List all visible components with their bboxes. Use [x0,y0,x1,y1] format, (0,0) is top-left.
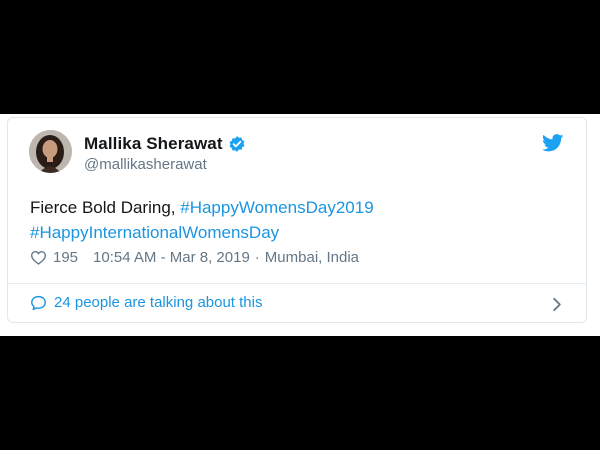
location[interactable]: Mumbai, India [265,249,359,266]
tweet-text: Fierce Bold Daring, #HappyWomensDay2019 … [30,195,550,245]
tweet-text-plain: Fierce Bold Daring, [30,198,181,217]
twitter-bird-icon[interactable] [542,134,564,157]
speech-bubble-icon [30,295,47,311]
tweet-meta: 195 10:54 AM - Mar 8, 2019 · Mumbai, Ind… [30,249,359,266]
talking-label[interactable]: 24 people are talking about this [54,294,262,311]
avatar[interactable] [29,130,72,173]
divider [8,283,586,284]
tweet-card[interactable]: Mallika Sherawat @mallikasherawat Fierce… [7,117,587,323]
embed-background: Mallika Sherawat @mallikasherawat Fierce… [0,114,600,336]
timestamp[interactable]: 10:54 AM - Mar 8, 2019 [93,249,250,266]
like-count[interactable]: 195 [53,249,78,266]
display-name[interactable]: Mallika Sherawat [84,134,223,154]
meta-separator: · [254,249,260,266]
verified-badge-icon [228,135,246,153]
hashtag-link[interactable]: #HappyWomensDay2019 [180,198,373,217]
author-name-row[interactable]: Mallika Sherawat [84,134,246,154]
chevron-right-icon[interactable] [552,297,562,317]
hashtag-link[interactable]: #HappyInternationalWomensDay [30,223,279,242]
conversation-link[interactable]: 24 people are talking about this [30,294,262,311]
author-handle[interactable]: @mallikasherawat [84,156,207,173]
heart-icon[interactable] [30,250,47,265]
